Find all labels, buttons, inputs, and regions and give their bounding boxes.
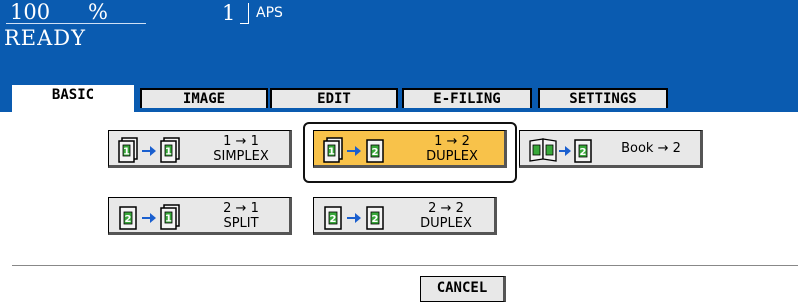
split-2-to-1-icon: 2 1 [119, 204, 180, 230]
book-to-2-icon: 2 [529, 138, 592, 163]
split-label: 2 → 1 SPLIT [211, 201, 271, 231]
svg-text:2: 2 [125, 214, 132, 225]
zoom-unit: % [88, 0, 108, 24]
simplex-line2: SIMPLEX [213, 149, 269, 164]
tab-image[interactable]: IMAGE [140, 88, 268, 108]
book-to-2-button[interactable]: 2 Book → 2 [519, 130, 703, 168]
book-label: Book → 2 [621, 141, 681, 156]
svg-text:1: 1 [165, 147, 172, 158]
duplex-2-to-2-button[interactable]: 2 2 2 → 2 DUPLEX [313, 197, 497, 235]
svg-text:2: 2 [372, 147, 379, 158]
svg-text:2: 2 [580, 147, 587, 158]
duplex22-label: 2 → 2 DUPLEX [416, 201, 476, 231]
duplex-1-to-2-icon: 1 2 [323, 137, 384, 163]
status-text: READY [4, 26, 87, 50]
duplex22-line1: 2 → 2 [428, 201, 464, 216]
divider [12, 265, 798, 266]
copier-screen: 100 % 1 APS READY BASIC IMAGE EDIT E-FIL… [0, 0, 798, 302]
duplex22-line2: DUPLEX [420, 216, 472, 231]
simplex-1-to-1-button[interactable]: 1 1 1 → 1 SIMPLEX [108, 130, 292, 168]
tab-basic-label: BASIC [51, 87, 95, 103]
svg-text:1: 1 [328, 147, 335, 158]
split-line2: SPLIT [223, 216, 259, 231]
paper-size: APS [256, 5, 283, 21]
status-header: 100 % 1 APS READY [0, 0, 798, 88]
tab-e-filing-label: E-FILING [433, 91, 501, 107]
simplex-1-to-1-icon: 1 1 [118, 137, 180, 163]
duplex-1-to-2-button[interactable]: 1 2 1 → 2 DUPLEX [313, 130, 507, 168]
tab-settings[interactable]: SETTINGS [538, 88, 668, 108]
svg-text:2: 2 [372, 214, 379, 225]
simplex-line1: 1 → 1 [223, 134, 259, 149]
svg-text:1: 1 [123, 147, 130, 158]
zoom-underline [6, 23, 146, 24]
split-2-to-1-button[interactable]: 2 1 2 → 1 SPLIT [108, 197, 292, 235]
split-line1: 2 → 1 [223, 201, 259, 216]
duplex-line2: DUPLEX [426, 149, 478, 164]
copies-bracket [240, 3, 249, 24]
svg-text:2: 2 [330, 214, 337, 225]
zoom-value: 100 [10, 0, 51, 24]
tab-basic[interactable]: BASIC [12, 85, 134, 112]
cancel-button[interactable]: CANCEL [420, 276, 506, 302]
tab-image-label: IMAGE [182, 91, 226, 107]
tab-e-filing[interactable]: E-FILING [402, 88, 532, 108]
svg-text:1: 1 [165, 214, 172, 225]
tab-edit-label: EDIT [317, 91, 351, 107]
tab-edit[interactable]: EDIT [270, 88, 398, 108]
duplex-line1: 1 → 2 [434, 134, 470, 149]
duplex-label: 1 → 2 DUPLEX [422, 134, 482, 164]
duplex-2-to-2-icon: 2 2 [324, 206, 384, 230]
tab-settings-label: SETTINGS [569, 91, 637, 107]
simplex-label: 1 → 1 SIMPLEX [211, 134, 271, 164]
copies-count: 1 [222, 1, 236, 25]
